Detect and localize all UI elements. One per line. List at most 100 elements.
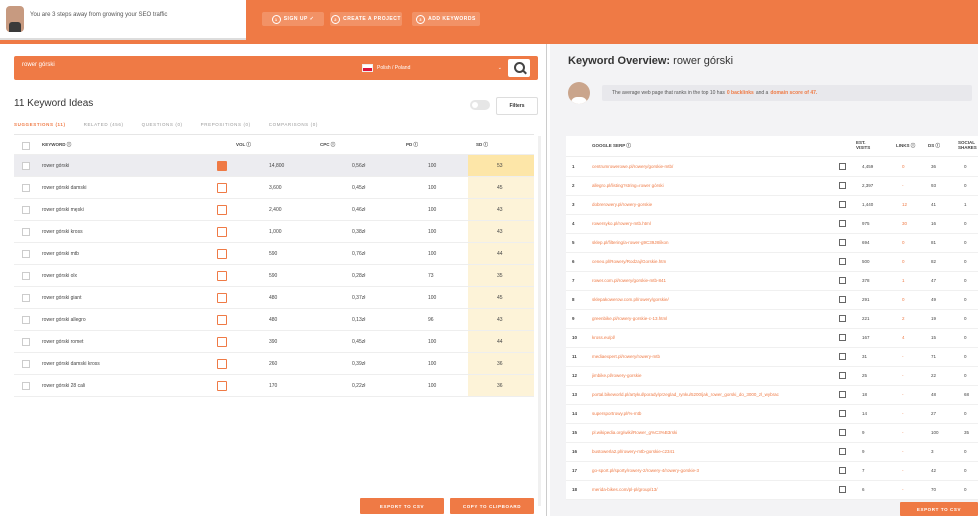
export-csv-button[interactable]: EXPORT TO CSV: [360, 498, 444, 514]
external-link-icon[interactable]: [839, 296, 846, 303]
column-google-serp[interactable]: GOOGLE SERP ⓘ: [592, 143, 631, 148]
column-vol[interactable]: VOL ⓘ: [236, 142, 251, 148]
serp-url-link[interactable]: sklep.pl/filtering/a-rower-g9C39J8/ikon: [592, 240, 832, 245]
external-link-icon[interactable]: [839, 201, 846, 208]
export-serp-csv-button[interactable]: EXPORT TO CSV: [900, 502, 978, 516]
keyword-text[interactable]: rower górski damski kross: [42, 361, 100, 367]
serp-url-link[interactable]: sklepakowerow.com.pl/rowery/gorskie/: [592, 297, 832, 302]
external-link-icon[interactable]: [839, 163, 846, 170]
keyword-text[interactable]: rower górski kross: [42, 229, 83, 235]
keyword-row[interactable]: rower górski damski 3,600 0,45zł 100 45: [14, 177, 534, 199]
tab-suggestions[interactable]: SUGGESTIONS (11): [14, 122, 66, 132]
trend-chart-icon[interactable]: [217, 271, 227, 281]
row-checkbox[interactable]: [22, 294, 30, 302]
serp-url-link[interactable]: mediaexpert.pl/rowery/rowery-mtb: [592, 354, 832, 359]
keyword-row[interactable]: rower górski romet 390 0,45zł 100 44: [14, 331, 534, 353]
keyword-row[interactable]: rower górski allegro 480 0,13zł 96 43: [14, 309, 534, 331]
keyword-text[interactable]: rower górski męski: [42, 207, 84, 213]
serp-url-link[interactable]: pl.wikipedia.org/wiki/Rower_g%C3%B3rski: [592, 430, 832, 435]
row-checkbox[interactable]: [22, 316, 30, 324]
select-all-checkbox[interactable]: [22, 142, 30, 150]
serp-url-link[interactable]: bustowerla2.pl/rowery-mtb-gorskie-c2341: [592, 449, 832, 454]
serp-url-link[interactable]: portal.bikeworld.pl/artykul/porady/przeg…: [592, 392, 832, 397]
row-checkbox[interactable]: [22, 184, 30, 192]
keyword-text[interactable]: rower górski damski: [42, 185, 86, 191]
keyword-row[interactable]: rower górski męski 2,400 0,46zł 100 43: [14, 199, 534, 221]
row-checkbox[interactable]: [22, 228, 30, 236]
external-link-icon[interactable]: [839, 410, 846, 417]
keyword-text[interactable]: rower górski giant: [42, 295, 81, 301]
external-link-icon[interactable]: [839, 315, 846, 322]
row-checkbox[interactable]: [22, 162, 30, 170]
keyword-row[interactable]: rower górski olx 590 0,28zł 73 35: [14, 265, 534, 287]
trend-chart-icon[interactable]: [217, 249, 227, 259]
serp-url-link[interactable]: ceneo.pl/Rowery/Rodzaj/Gorskie.htm: [592, 259, 832, 264]
serp-url-link[interactable]: jimbike.pl/rowery-gorskie: [592, 373, 832, 378]
keyword-text[interactable]: rower górski allegro: [42, 317, 86, 323]
column-links[interactable]: LINKS ⓘ: [896, 143, 915, 148]
trend-chart-icon[interactable]: [217, 205, 227, 215]
tab-questions[interactable]: QUESTIONS (0): [142, 122, 183, 132]
external-link-icon[interactable]: [839, 353, 846, 360]
trend-chart-icon[interactable]: [217, 183, 227, 193]
external-link-icon[interactable]: [839, 182, 846, 189]
row-checkbox[interactable]: [22, 272, 30, 280]
serp-url-link[interactable]: go-sport.pl/sporty/rowery-2/rowery-4/row…: [592, 468, 832, 473]
external-link-icon[interactable]: [839, 372, 846, 379]
keyword-row[interactable]: rower górski 28 cali 170 0,22zł 100 36: [14, 375, 534, 397]
row-checkbox[interactable]: [22, 206, 30, 214]
external-link-icon[interactable]: [839, 258, 846, 265]
scrollbar[interactable]: [538, 136, 541, 506]
trend-chart-icon[interactable]: [217, 161, 227, 171]
column-cpc[interactable]: CPC ⓘ: [320, 142, 335, 148]
keyword-text[interactable]: rower górski romet: [42, 339, 83, 345]
keyword-row[interactable]: rower górski giant 480 0,37zł 100 45: [14, 287, 534, 309]
keyword-row[interactable]: rower górski kross 1,000 0,38zł 100 43: [14, 221, 534, 243]
keyword-text[interactable]: rower górski 28 cali: [42, 383, 85, 389]
trend-chart-icon[interactable]: [217, 381, 227, 391]
tab-prepositions[interactable]: PREPOSITIONS (0): [201, 122, 251, 132]
external-link-icon[interactable]: [839, 467, 846, 474]
tab-related[interactable]: RELATED (456): [84, 122, 124, 132]
serp-url-link[interactable]: allegro.pl/listing?string=rower górski: [592, 183, 832, 188]
column-social-shares[interactable]: SOCIAL SHARES: [958, 140, 978, 150]
serp-url-link[interactable]: greenbike.pl/rowery-gorskie-c-13.html: [592, 316, 832, 321]
external-link-icon[interactable]: [839, 277, 846, 284]
trend-chart-icon[interactable]: [217, 227, 227, 237]
trend-chart-icon[interactable]: [217, 315, 227, 325]
trend-chart-icon[interactable]: [217, 359, 227, 369]
trend-chart-icon[interactable]: [217, 337, 227, 347]
external-link-icon[interactable]: [839, 334, 846, 341]
serp-url-link[interactable]: dobrerowery.pl/rowery-gorskie: [592, 202, 832, 207]
serp-url-link[interactable]: rowersyko.pl/rowery-mtb.html: [592, 221, 832, 226]
serp-url-link[interactable]: rower.com.pl/rowery/gorskie-mtb-841: [592, 278, 832, 283]
external-link-icon[interactable]: [839, 391, 846, 398]
serp-url-link[interactable]: kross.eu/pl/: [592, 335, 832, 340]
search-input[interactable]: rower górski: [22, 62, 342, 74]
column-pd[interactable]: PD ⓘ: [406, 142, 418, 148]
external-link-icon[interactable]: [839, 239, 846, 246]
filters-button[interactable]: Filters: [496, 97, 538, 115]
external-link-icon[interactable]: [839, 429, 846, 436]
keyword-row[interactable]: rower górski mtb 590 0,76zł 100 44: [14, 243, 534, 265]
keyword-row[interactable]: rower górski 14,800 0,56zł 100 53: [14, 155, 534, 177]
filters-toggle[interactable]: [470, 100, 490, 110]
external-link-icon[interactable]: [839, 486, 846, 493]
step-sign-up-button[interactable]: 1 SIGN UP ✓: [262, 12, 324, 26]
serp-url-link[interactable]: merida-bikes.com/pl-pl/group/13/: [592, 487, 832, 492]
column-sd[interactable]: SD ⓘ: [476, 142, 488, 148]
step-create-project-button[interactable]: 2 CREATE A PROJECT: [330, 12, 402, 26]
step-add-keywords-button[interactable]: 3 ADD KEYWORDS: [412, 12, 480, 26]
serp-url-link[interactable]: centrumrowerowe.pl/rowery/gorskie-mtb/: [592, 164, 832, 169]
trend-chart-icon[interactable]: [217, 293, 227, 303]
row-checkbox[interactable]: [22, 360, 30, 368]
keyword-row[interactable]: rower górski damski kross 260 0,39zł 100 36: [14, 353, 534, 375]
keyword-text[interactable]: rower górski: [42, 163, 69, 169]
row-checkbox[interactable]: [22, 382, 30, 390]
country-select[interactable]: Polish / Poland ⌄: [362, 62, 502, 74]
external-link-icon[interactable]: [839, 220, 846, 227]
tab-comparisons[interactable]: COMPARISONS (0): [269, 122, 318, 132]
column-est-visits[interactable]: EST. VISITS: [856, 140, 878, 150]
column-ds[interactable]: DS ⓘ: [928, 143, 940, 148]
row-checkbox[interactable]: [22, 250, 30, 258]
